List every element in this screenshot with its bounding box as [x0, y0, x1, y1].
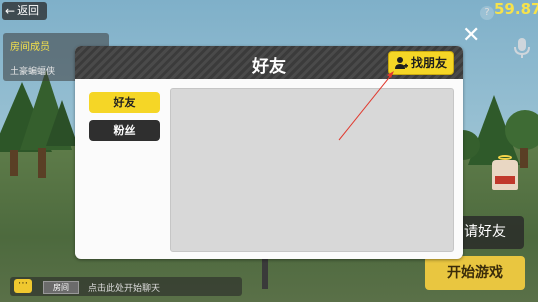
chat-icon[interactable]: ⋯: [14, 279, 32, 293]
help-icon[interactable]: ?: [480, 6, 494, 20]
score-display: 59.87: [494, 0, 538, 18]
find-friends-button[interactable]: 找朋友: [388, 51, 454, 75]
chat-channel-tag[interactable]: 房间: [43, 281, 79, 294]
person-add-icon: [395, 57, 408, 69]
back-label: 返回: [17, 4, 40, 17]
room-members-title: 房间成员: [10, 42, 50, 53]
character-leg: [262, 259, 268, 289]
friends-list-area: [170, 88, 454, 252]
find-friends-label: 找朋友: [411, 56, 448, 70]
tree-trunk: [520, 148, 528, 168]
close-icon[interactable]: ✕: [462, 25, 480, 47]
back-arrow-icon: ←: [5, 4, 16, 18]
tree: [46, 100, 78, 146]
start-game-button[interactable]: 开始游戏: [425, 256, 525, 290]
tree-trunk: [38, 148, 46, 178]
room-member-name[interactable]: 土豪蝙蝠侠: [10, 64, 55, 77]
tab-friends[interactable]: 好友: [89, 92, 160, 113]
tree-trunk: [10, 150, 18, 176]
microphone-icon[interactable]: [512, 37, 532, 59]
friends-dialog: 好友 找朋友 好友 粉丝: [75, 46, 463, 259]
chat-hint[interactable]: 点击此处开始聊天: [88, 281, 160, 294]
back-button[interactable]: ← 返回: [2, 2, 47, 20]
tab-fans[interactable]: 粉丝: [89, 120, 160, 141]
bush: [505, 110, 538, 150]
sign-character: [492, 160, 518, 190]
